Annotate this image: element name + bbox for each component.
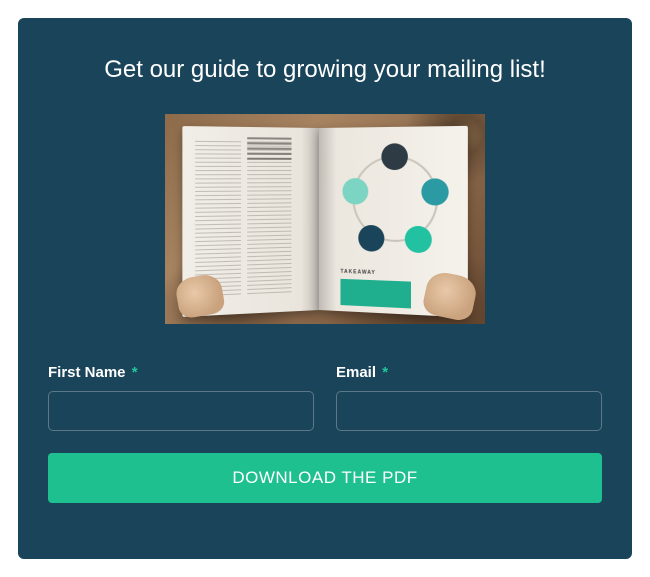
email-field-group: Email * — [336, 364, 602, 431]
diagram-node — [422, 178, 449, 205]
text-column — [195, 141, 241, 298]
takeaway-label: TAKEAWAY — [341, 269, 376, 276]
download-pdf-button[interactable]: DOWNLOAD THE PDF — [48, 453, 602, 503]
required-mark: * — [382, 364, 388, 381]
label-text: First Name — [48, 364, 126, 381]
first-name-field-group: First Name * — [48, 364, 314, 431]
circle-diagram — [345, 147, 447, 252]
first-name-input[interactable] — [48, 391, 314, 431]
hero-image: TAKEAWAY — [165, 114, 485, 324]
diagram-node — [405, 226, 432, 254]
email-label: Email * — [336, 364, 388, 381]
takeaway-box — [341, 279, 412, 309]
text-column — [247, 141, 291, 295]
diagram-node — [359, 225, 385, 252]
form-row: First Name * Email * — [48, 364, 602, 431]
headline: Get our guide to growing your mailing li… — [48, 56, 602, 84]
open-book-illustration: TAKEAWAY — [185, 128, 465, 310]
signup-panel: Get our guide to growing your mailing li… — [18, 18, 632, 559]
hero-image-wrap: TAKEAWAY — [48, 114, 602, 324]
email-input[interactable] — [336, 391, 602, 431]
text-heading-block — [247, 137, 291, 160]
first-name-label: First Name * — [48, 364, 138, 381]
required-mark: * — [132, 364, 138, 381]
label-text: Email — [336, 364, 376, 381]
